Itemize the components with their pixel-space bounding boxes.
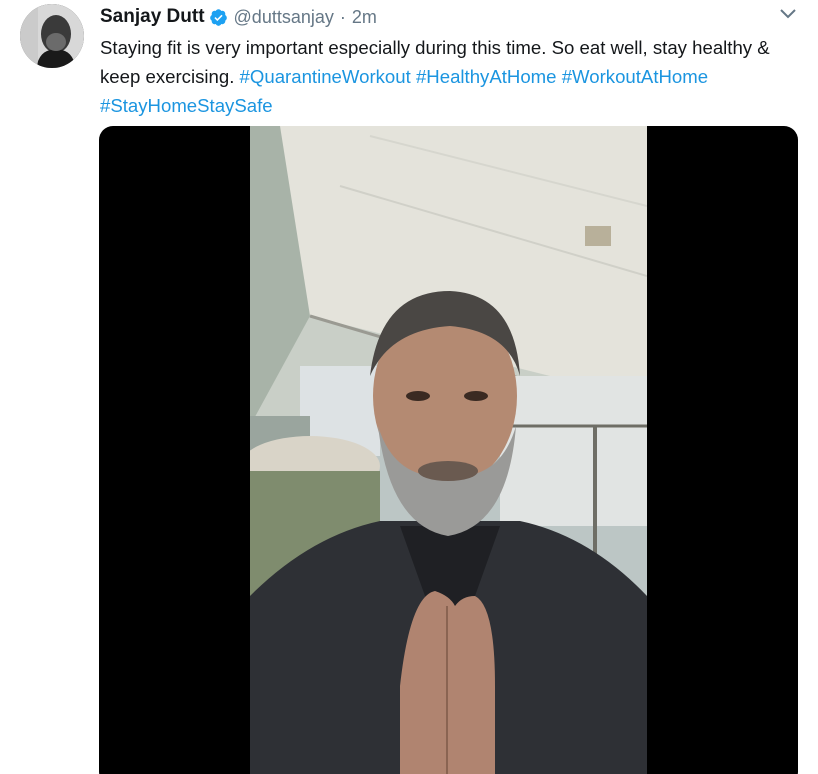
tweet-text: Staying fit is very important especially… [100, 33, 790, 120]
video-player[interactable] [99, 126, 798, 774]
verified-badge-icon [209, 8, 228, 27]
hashtag-link[interactable]: #StayHomeStaySafe [100, 95, 273, 116]
avatar[interactable] [20, 4, 84, 68]
display-name[interactable]: Sanjay Dutt [100, 6, 205, 28]
user-handle[interactable]: @duttsanjay [234, 7, 334, 28]
hashtag-link[interactable]: #QuarantineWorkout [240, 66, 411, 87]
tweet-header: Sanjay Dutt @duttsanjay · 2m [100, 4, 377, 30]
separator-dot: · [339, 6, 346, 27]
chevron-down-icon[interactable] [778, 6, 798, 22]
hashtag-link[interactable]: #WorkoutAtHome [562, 66, 708, 87]
hashtag-link[interactable]: #HealthyAtHome [416, 66, 557, 87]
tweet-timestamp[interactable]: 2m [352, 7, 377, 28]
tweet[interactable]: Sanjay Dutt @duttsanjay · 2m Staying fit… [0, 0, 818, 774]
video-frame [250, 126, 647, 774]
